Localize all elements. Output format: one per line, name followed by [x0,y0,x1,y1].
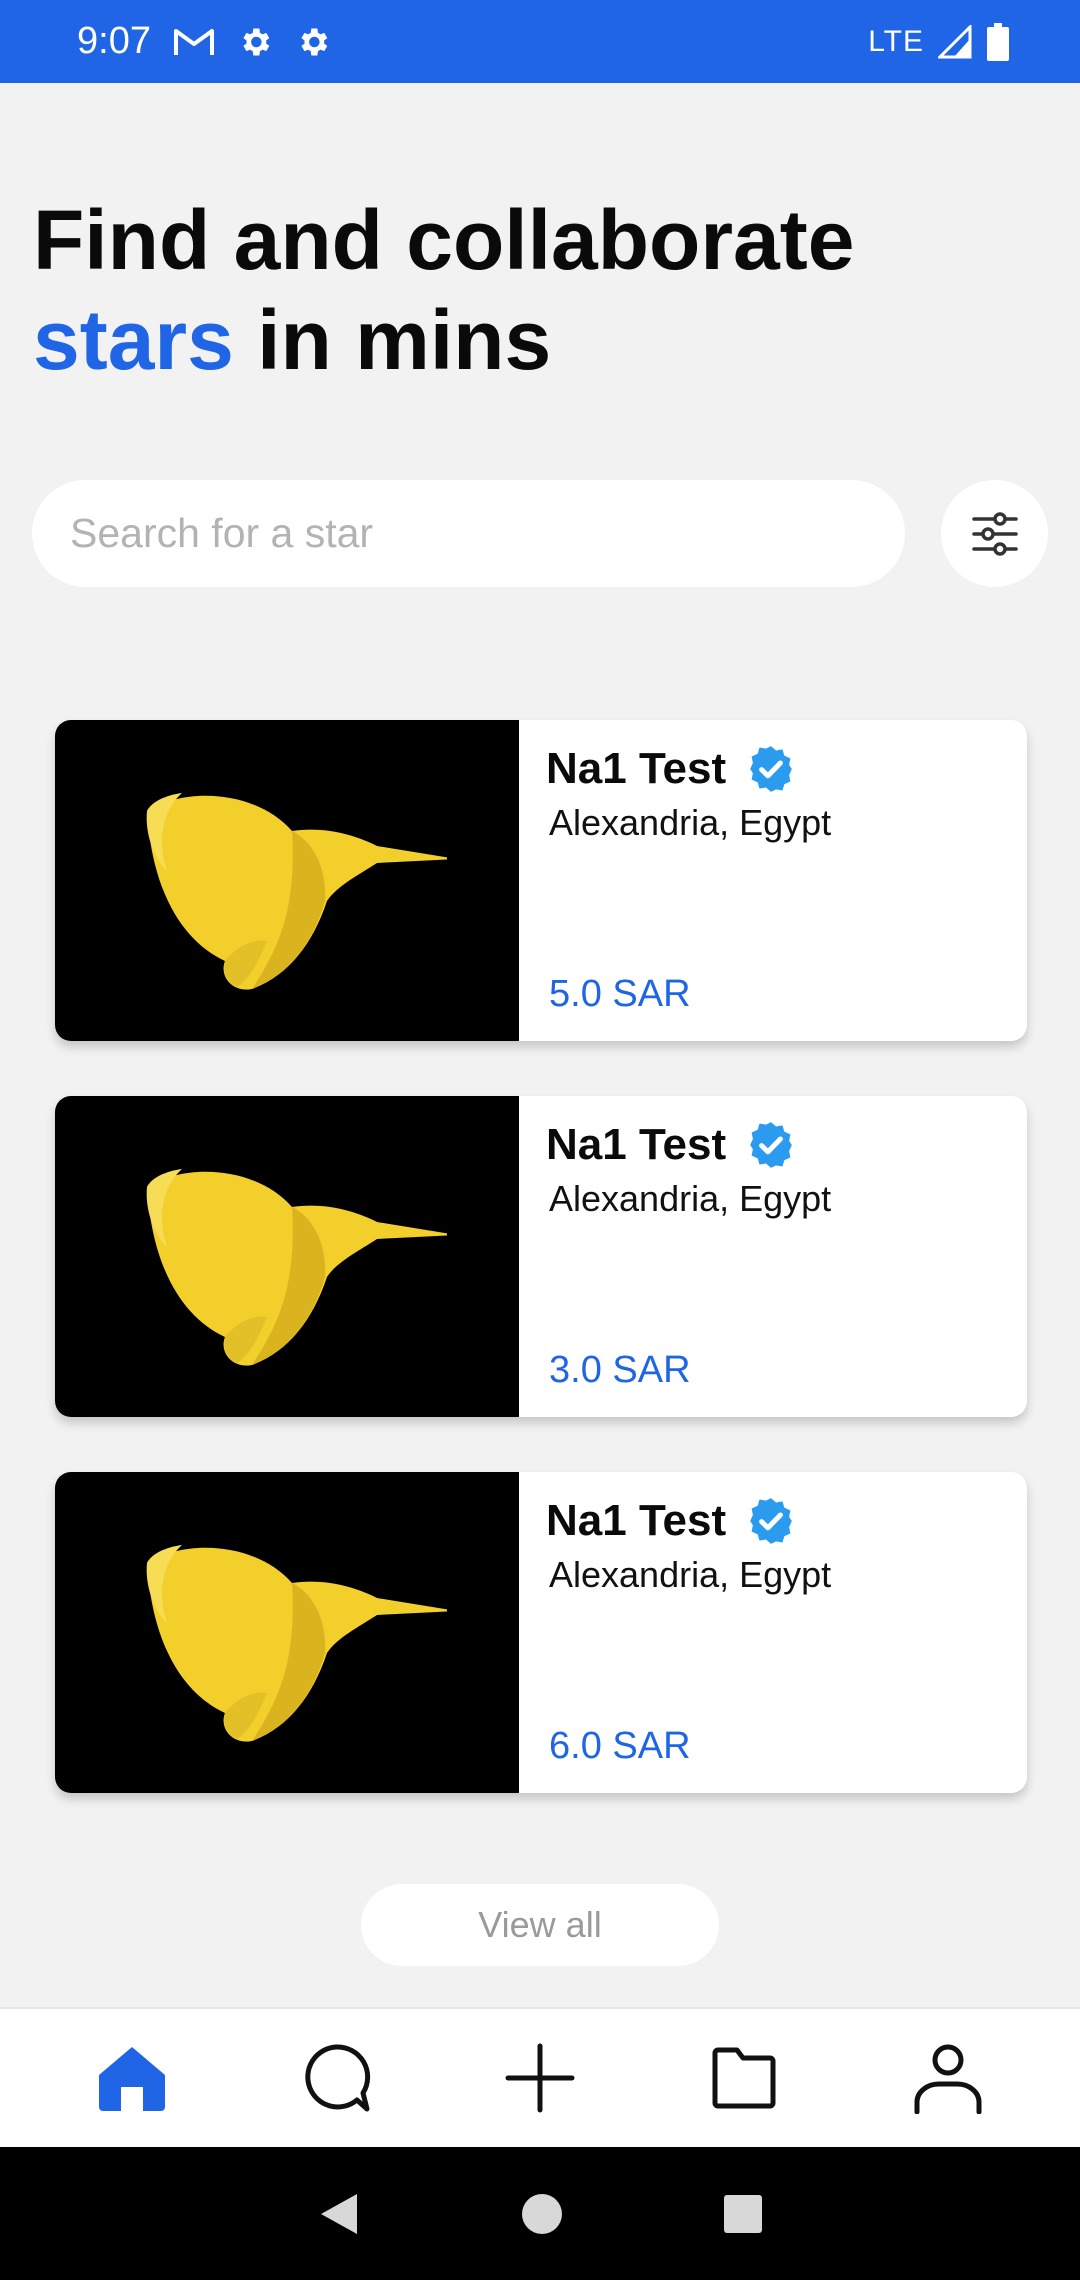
star-list: Na1 Test Alexandria, Egypt 5.0 SAR Na1 T… [55,720,1027,1848]
star-card-body: Na1 Test Alexandria, Egypt 5.0 SAR [519,720,1027,1041]
nav-add[interactable] [485,2023,595,2133]
star-image [55,1096,519,1417]
hummingbird-logo [146,1544,447,1742]
star-name: Na1 Test [546,1496,727,1545]
star-card-body: Na1 Test Alexandria, Egypt 6.0 SAR [519,1472,1027,1793]
search-bar[interactable] [32,480,905,587]
headline-rest: in mins [233,293,552,387]
verified-icon [750,1122,792,1168]
filter-icon [971,511,1018,556]
signal-icon [938,24,972,58]
star-price: 5.0 SAR [549,973,691,1015]
battery-icon [987,22,1009,61]
status-right: LTE [868,22,1010,61]
recents-icon[interactable] [723,2194,763,2234]
search-input[interactable] [70,510,905,557]
star-card[interactable]: Na1 Test Alexandria, Egypt 5.0 SAR [55,720,1027,1041]
star-name: Na1 Test [546,1120,727,1169]
star-card-body: Na1 Test Alexandria, Egypt 3.0 SAR [519,1096,1027,1417]
star-title-row: Na1 Test [546,1120,796,1170]
status-time: 9:07 [77,20,151,62]
star-price: 6.0 SAR [549,1725,691,1767]
nav-home[interactable] [77,2023,187,2133]
home-circle-icon[interactable] [521,2193,563,2235]
page-headline: Find and collaborate stars in mins [33,190,854,390]
settings-icon [243,28,270,55]
gmail-icon [173,28,214,55]
folder-icon [712,2047,776,2109]
back-icon[interactable] [317,2190,361,2238]
star-location: Alexandria, Egypt [549,1178,832,1219]
nav-profile[interactable] [893,2023,1003,2133]
verified-icon [750,746,792,792]
star-card[interactable]: Na1 Test Alexandria, Egypt 3.0 SAR [55,1096,1027,1417]
nav-chat[interactable] [281,2023,391,2133]
star-name: Na1 Test [546,744,727,793]
star-location: Alexandria, Egypt [549,802,832,843]
view-all-button[interactable]: View all [361,1884,719,1966]
hummingbird-logo [146,1168,447,1366]
star-price: 3.0 SAR [549,1349,691,1391]
hummingbird-logo [146,792,447,990]
star-image [55,1472,519,1793]
headline-line-1: Find and collaborate [33,193,855,287]
star-title-row: Na1 Test [546,1496,796,1546]
verified-icon [750,1498,792,1544]
star-image [55,720,519,1041]
add-icon [505,2043,575,2113]
star-location: Alexandria, Egypt [549,1554,832,1595]
bottom-nav [0,2007,1080,2147]
chat-icon [305,2044,371,2112]
filter-button[interactable] [941,480,1048,587]
network-label: LTE [868,24,924,58]
system-nav-bar [0,2147,1080,2280]
nav-folder[interactable] [689,2023,799,2133]
star-title-row: Na1 Test [546,744,796,794]
star-card[interactable]: Na1 Test Alexandria, Egypt 6.0 SAR [55,1472,1027,1793]
profile-icon [914,2044,982,2114]
settings-icon [301,28,328,55]
status-left: 9:07 [77,20,331,63]
headline-accent: stars [33,293,234,387]
screen: 9:07 LTE Find and collaborate stars in m… [0,0,1080,2280]
status-bar: 9:07 LTE [0,0,1080,83]
home-icon [99,2047,165,2111]
headline-line-2: stars in mins [33,290,854,390]
